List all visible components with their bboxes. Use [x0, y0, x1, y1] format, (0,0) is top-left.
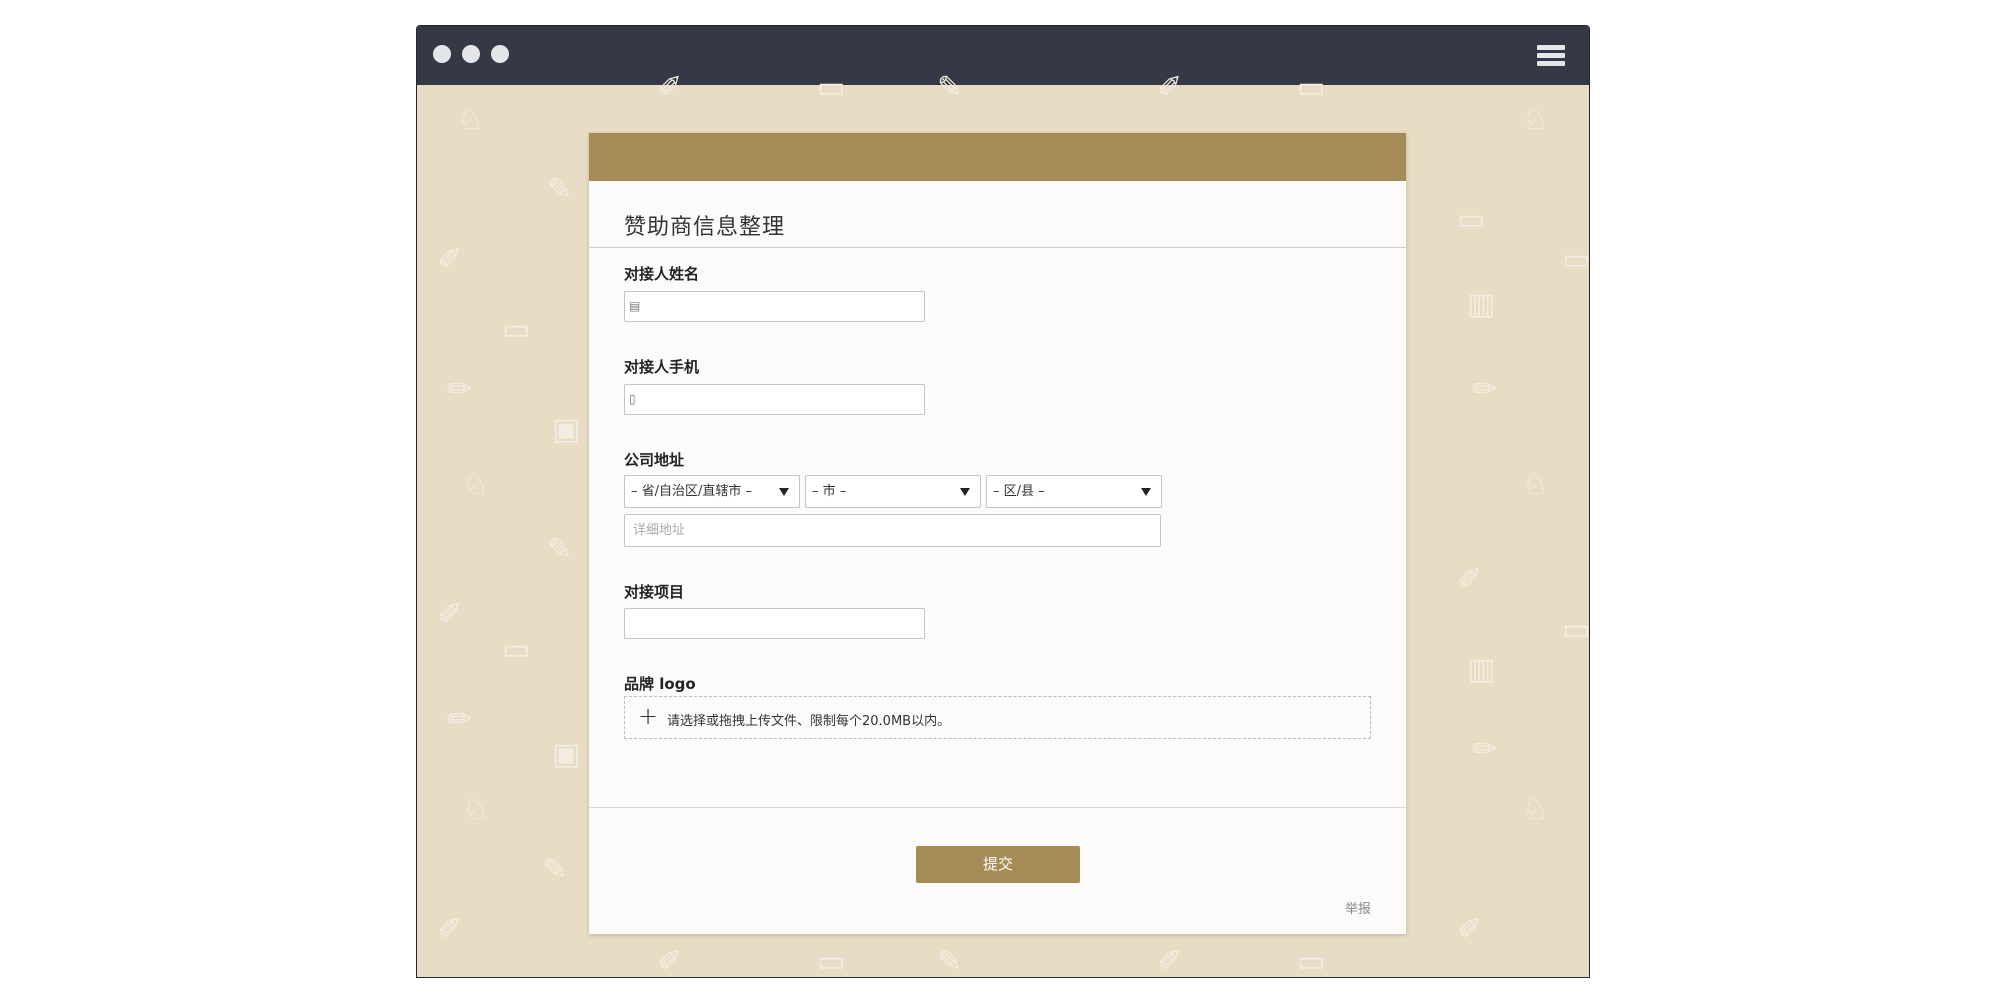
close-dot[interactable] — [433, 45, 451, 63]
report-link[interactable]: 举报 — [1345, 898, 1371, 917]
hamburger-menu-icon[interactable] — [1537, 45, 1565, 67]
chevron-down-icon — [1141, 488, 1151, 496]
address-detail-input[interactable]: 详细地址 — [624, 514, 1161, 547]
form-card: 赞助商信息整理 对接人姓名 ▤ 对接人手机 ▯ 公司地址 – 省/自治区/直辖市… — [589, 133, 1406, 934]
browser-window: ♘ ✎ ✐ ▭ ✏ ▣ ♘ ✎ ✐ ▭ ✏ ▣ ♘ ✎ ✐ ♘ ▭ ▭ ▥ ✏ … — [416, 25, 1590, 978]
contact-phone-input[interactable]: ▯ — [624, 384, 925, 415]
upload-hint: 请选择或拖拽上传文件、限制每个20.0MB以内。 — [667, 714, 951, 729]
district-select[interactable]: – 区/县 – — [986, 475, 1162, 508]
mobile-phone-icon: ▯ — [629, 392, 636, 406]
province-select[interactable]: – 省/自治区/直辖市 – — [624, 475, 800, 508]
title-divider — [589, 247, 1406, 248]
logo-upload-area[interactable]: + 请选择或拖拽上传文件、限制每个20.0MB以内。 — [624, 696, 1371, 739]
company-address-label: 公司地址 — [624, 451, 685, 469]
contact-name-label: 对接人姓名 — [624, 265, 700, 283]
city-select[interactable]: – 市 – — [805, 475, 981, 508]
form-title: 赞助商信息整理 — [624, 215, 786, 240]
city-select-value: – 市 – — [812, 484, 847, 499]
chevron-down-icon — [960, 488, 970, 496]
project-input[interactable] — [624, 608, 925, 639]
chevron-down-icon — [779, 488, 789, 496]
project-label: 对接项目 — [624, 583, 685, 601]
maximize-dot[interactable] — [491, 45, 509, 63]
province-select-value: – 省/自治区/直辖市 – — [631, 484, 753, 499]
contact-name-input[interactable]: ▤ — [624, 291, 925, 322]
minimize-dot[interactable] — [462, 45, 480, 63]
form-header-band — [589, 133, 1406, 181]
plus-icon: + — [638, 702, 659, 730]
footer-divider — [589, 807, 1406, 808]
brand-logo-label: 品牌 logo — [624, 675, 696, 693]
submit-button[interactable]: 提交 — [916, 846, 1080, 883]
contact-phone-label: 对接人手机 — [624, 358, 700, 376]
contact-card-icon: ▤ — [629, 299, 641, 313]
district-select-value: – 区/县 – — [993, 484, 1045, 499]
window-titlebar — [417, 26, 1589, 85]
